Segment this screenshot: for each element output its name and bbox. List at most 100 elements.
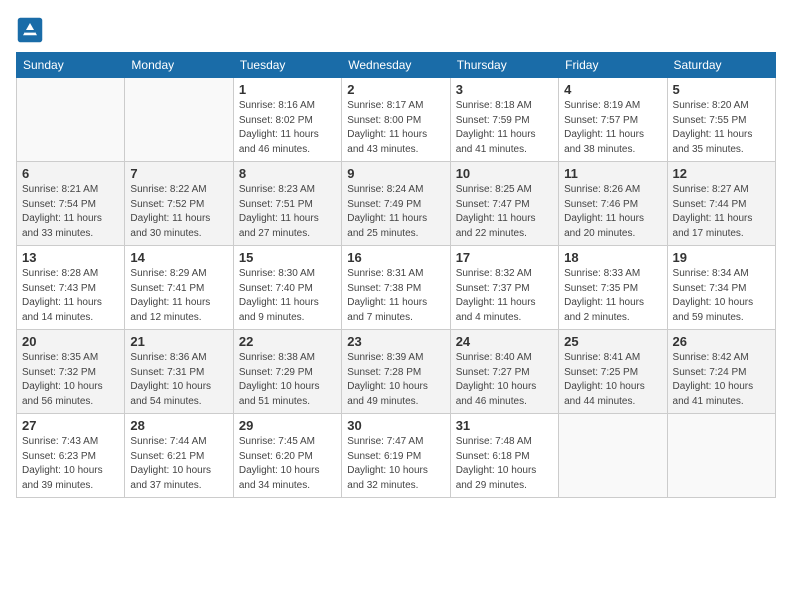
day-number: 30 (347, 418, 444, 433)
day-info: Sunrise: 8:33 AM Sunset: 7:35 PM Dayligh… (564, 267, 661, 325)
calendar-cell: 5Sunrise: 8:20 AM Sunset: 7:55 PM Daylig… (667, 78, 775, 162)
weekday-header-monday: Monday (125, 53, 233, 78)
day-number: 24 (456, 334, 553, 349)
weekday-header-row: SundayMondayTuesdayWednesdayThursdayFrid… (17, 53, 776, 78)
day-info: Sunrise: 7:43 AM Sunset: 6:23 PM Dayligh… (22, 435, 119, 493)
day-number: 17 (456, 250, 553, 265)
day-info: Sunrise: 8:26 AM Sunset: 7:46 PM Dayligh… (564, 183, 661, 241)
calendar-cell: 30 Sunrise: 7:47 AM Sunset: 6:19 PM Dayli… (342, 414, 450, 498)
calendar-cell: 7Sunrise: 8:22 AM Sunset: 7:52 PM Daylig… (125, 162, 233, 246)
calendar-cell: 28 Sunrise: 7:44 AM Sunset: 6:21 PM Dayli… (125, 414, 233, 498)
calendar-cell (17, 78, 125, 162)
day-info: Sunrise: 8:19 AM Sunset: 7:57 PM Dayligh… (564, 99, 661, 157)
day-info: Sunrise: 8:40 AM Sunset: 7:27 PM Dayligh… (456, 351, 553, 409)
day-number: 2 (347, 82, 444, 97)
calendar-cell: 20Sunrise: 8:35 AM Sunset: 7:32 PM Dayli… (17, 330, 125, 414)
calendar-cell: 31Sunrise: 7:48 AM Sunset: 6:18 PM Dayli… (450, 414, 558, 498)
day-info: Sunrise: 8:17 AM Sunset: 8:00 PM Dayligh… (347, 99, 444, 157)
day-number: 1 (239, 82, 336, 97)
calendar-cell: 29 Sunrise: 7:45 AM Sunset: 6:20 PM Dayli… (233, 414, 341, 498)
calendar-cell: 6Sunrise: 8:21 AM Sunset: 7:54 PM Daylig… (17, 162, 125, 246)
day-info: Sunrise: 8:38 AM Sunset: 7:29 PM Dayligh… (239, 351, 336, 409)
day-number: 8 (239, 166, 336, 181)
day-number: 9 (347, 166, 444, 181)
day-number: 4 (564, 82, 661, 97)
day-number: 10 (456, 166, 553, 181)
day-info: Sunrise: 7:47 AM Sunset: 6:19 PM Dayligh… (347, 435, 444, 493)
calendar-cell: 24 Sunrise: 8:40 AM Sunset: 7:27 PM Dayli… (450, 330, 558, 414)
day-info: Sunrise: 8:41 AM Sunset: 7:25 PM Dayligh… (564, 351, 661, 409)
page-header (16, 16, 776, 44)
day-number: 28 (130, 418, 227, 433)
calendar-cell: 13 Sunrise: 8:28 AM Sunset: 7:43 PM Dayli… (17, 246, 125, 330)
day-info: Sunrise: 8:27 AM Sunset: 7:44 PM Dayligh… (673, 183, 770, 241)
day-info: Sunrise: 7:48 AM Sunset: 6:18 PM Dayligh… (456, 435, 553, 493)
calendar-cell: 3Sunrise: 8:18 AM Sunset: 7:59 PM Daylig… (450, 78, 558, 162)
day-info: Sunrise: 8:31 AM Sunset: 7:38 PM Dayligh… (347, 267, 444, 325)
calendar-cell: 17 Sunrise: 8:32 AM Sunset: 7:37 PM Dayli… (450, 246, 558, 330)
day-number: 18 (564, 250, 661, 265)
day-number: 14 (130, 250, 227, 265)
day-info: Sunrise: 8:32 AM Sunset: 7:37 PM Dayligh… (456, 267, 553, 325)
day-info: Sunrise: 8:42 AM Sunset: 7:24 PM Dayligh… (673, 351, 770, 409)
day-number: 25 (564, 334, 661, 349)
day-info: Sunrise: 8:16 AM Sunset: 8:02 PM Dayligh… (239, 99, 336, 157)
calendar-cell: 22 Sunrise: 8:38 AM Sunset: 7:29 PM Dayli… (233, 330, 341, 414)
day-number: 3 (456, 82, 553, 97)
logo (16, 16, 48, 44)
calendar-cell: 25 Sunrise: 8:41 AM Sunset: 7:25 PM Dayli… (559, 330, 667, 414)
day-info: Sunrise: 8:23 AM Sunset: 7:51 PM Dayligh… (239, 183, 336, 241)
calendar-cell (667, 414, 775, 498)
day-number: 15 (239, 250, 336, 265)
weekday-header-friday: Friday (559, 53, 667, 78)
calendar-cell: 27Sunrise: 7:43 AM Sunset: 6:23 PM Dayli… (17, 414, 125, 498)
calendar-cell: 11Sunrise: 8:26 AM Sunset: 7:46 PM Dayli… (559, 162, 667, 246)
weekday-header-sunday: Sunday (17, 53, 125, 78)
calendar-cell: 19Sunrise: 8:34 AM Sunset: 7:34 PM Dayli… (667, 246, 775, 330)
day-number: 26 (673, 334, 770, 349)
day-info: Sunrise: 8:20 AM Sunset: 7:55 PM Dayligh… (673, 99, 770, 157)
calendar-cell: 2 Sunrise: 8:17 AM Sunset: 8:00 PM Daylig… (342, 78, 450, 162)
calendar-cell: 15 Sunrise: 8:30 AM Sunset: 7:40 PM Dayli… (233, 246, 341, 330)
calendar-cell: 4 Sunrise: 8:19 AM Sunset: 7:57 PM Daylig… (559, 78, 667, 162)
weekday-header-saturday: Saturday (667, 53, 775, 78)
weekday-header-wednesday: Wednesday (342, 53, 450, 78)
day-info: Sunrise: 8:25 AM Sunset: 7:47 PM Dayligh… (456, 183, 553, 241)
calendar-cell: 26 Sunrise: 8:42 AM Sunset: 7:24 PM Dayli… (667, 330, 775, 414)
calendar-cell: 12 Sunrise: 8:27 AM Sunset: 7:44 PM Dayli… (667, 162, 775, 246)
logo-icon (16, 16, 44, 44)
calendar-cell: 8 Sunrise: 8:23 AM Sunset: 7:51 PM Daylig… (233, 162, 341, 246)
day-info: Sunrise: 8:29 AM Sunset: 7:41 PM Dayligh… (130, 267, 227, 325)
calendar-week-row: 1 Sunrise: 8:16 AM Sunset: 8:02 PM Daylig… (17, 78, 776, 162)
day-info: Sunrise: 7:44 AM Sunset: 6:21 PM Dayligh… (130, 435, 227, 493)
calendar-cell: 16Sunrise: 8:31 AM Sunset: 7:38 PM Dayli… (342, 246, 450, 330)
calendar-cell (559, 414, 667, 498)
day-info: Sunrise: 8:36 AM Sunset: 7:31 PM Dayligh… (130, 351, 227, 409)
day-info: Sunrise: 8:21 AM Sunset: 7:54 PM Dayligh… (22, 183, 119, 241)
calendar-week-row: 20Sunrise: 8:35 AM Sunset: 7:32 PM Dayli… (17, 330, 776, 414)
weekday-header-thursday: Thursday (450, 53, 558, 78)
calendar-cell: 1 Sunrise: 8:16 AM Sunset: 8:02 PM Daylig… (233, 78, 341, 162)
day-number: 19 (673, 250, 770, 265)
day-number: 29 (239, 418, 336, 433)
day-number: 12 (673, 166, 770, 181)
day-number: 21 (130, 334, 227, 349)
calendar-week-row: 13 Sunrise: 8:28 AM Sunset: 7:43 PM Dayli… (17, 246, 776, 330)
calendar-cell (125, 78, 233, 162)
day-info: Sunrise: 7:45 AM Sunset: 6:20 PM Dayligh… (239, 435, 336, 493)
day-number: 23 (347, 334, 444, 349)
calendar-week-row: 6Sunrise: 8:21 AM Sunset: 7:54 PM Daylig… (17, 162, 776, 246)
calendar-week-row: 27Sunrise: 7:43 AM Sunset: 6:23 PM Dayli… (17, 414, 776, 498)
day-number: 13 (22, 250, 119, 265)
day-info: Sunrise: 8:24 AM Sunset: 7:49 PM Dayligh… (347, 183, 444, 241)
calendar-cell: 10 Sunrise: 8:25 AM Sunset: 7:47 PM Dayli… (450, 162, 558, 246)
day-info: Sunrise: 8:39 AM Sunset: 7:28 PM Dayligh… (347, 351, 444, 409)
day-info: Sunrise: 8:35 AM Sunset: 7:32 PM Dayligh… (22, 351, 119, 409)
calendar-cell: 18 Sunrise: 8:33 AM Sunset: 7:35 PM Dayli… (559, 246, 667, 330)
day-number: 7 (130, 166, 227, 181)
calendar-cell: 9 Sunrise: 8:24 AM Sunset: 7:49 PM Daylig… (342, 162, 450, 246)
day-info: Sunrise: 8:28 AM Sunset: 7:43 PM Dayligh… (22, 267, 119, 325)
day-info: Sunrise: 8:30 AM Sunset: 7:40 PM Dayligh… (239, 267, 336, 325)
calendar-cell: 21 Sunrise: 8:36 AM Sunset: 7:31 PM Dayli… (125, 330, 233, 414)
day-number: 22 (239, 334, 336, 349)
